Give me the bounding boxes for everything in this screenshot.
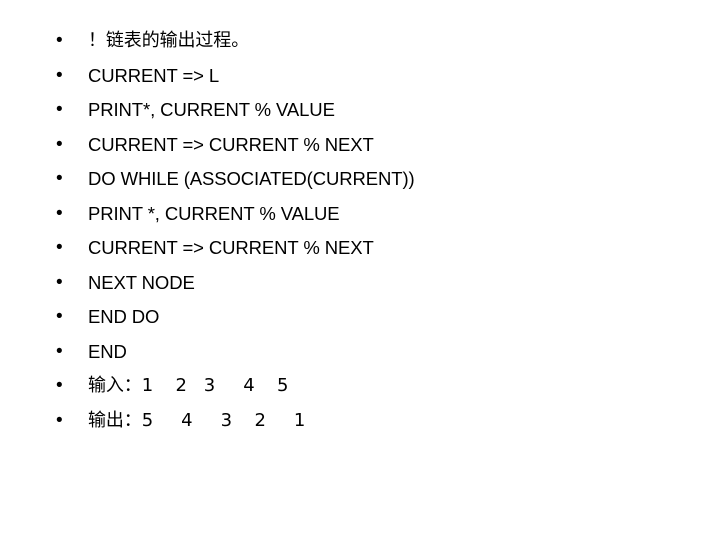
bullet-point-icon: • xyxy=(56,99,63,120)
list-item-text: PRINT*, CURRENT % VALUE xyxy=(88,99,335,120)
list-item: • ！链表的输出过程。 xyxy=(56,24,696,59)
list-item: • CURRENT => L xyxy=(56,59,696,94)
list-item: • 输入：1 2 3 4 5 xyxy=(56,369,696,404)
list-item-text: END DO xyxy=(88,306,160,327)
list-item-text: NEXT NODE xyxy=(88,271,195,293)
bullet-point-icon: • xyxy=(56,133,63,155)
list-item-text: CURRENT => CURRENT % NEXT xyxy=(88,133,374,155)
bullet-point-icon: • xyxy=(56,375,63,396)
list-item-text: ！链表的输出过程。 xyxy=(88,30,250,51)
list-item: • NEXT NODE xyxy=(56,266,696,301)
slide-canvas: • ！链表的输出过程。 • CURRENT => L • PRINT*, CURRENT … xyxy=(0,0,720,540)
list-item-text: CURRENT => CURRENT % NEXT xyxy=(88,237,374,258)
bulleted-code-list: • ！链表的输出过程。 • CURRENT => L • PRINT*, CURRENT … xyxy=(56,24,696,438)
bullet-point-icon: • xyxy=(56,340,63,362)
list-item: • PRINT*, CURRENT % VALUE xyxy=(56,93,696,128)
list-item: • CURRENT => CURRENT % NEXT xyxy=(56,231,696,266)
bullet-point-icon: • xyxy=(56,168,63,189)
bullet-point-icon: • xyxy=(56,202,63,224)
list-item-text: DO WHILE (ASSOCIATED(CURRENT)) xyxy=(88,168,415,189)
list-item-text: PRINT *, CURRENT % VALUE xyxy=(88,202,340,224)
list-item-text: 输入：1 2 3 4 5 xyxy=(88,375,289,396)
bullet-point-icon: • xyxy=(56,306,63,327)
bullet-point-icon: • xyxy=(56,271,63,293)
list-item: • END DO xyxy=(56,300,696,335)
list-item: • END xyxy=(56,335,696,370)
bullet-point-icon: • xyxy=(56,237,63,258)
list-item-text: 输出：5 4 3 2 1 xyxy=(88,409,306,431)
list-item-text: END xyxy=(88,340,127,362)
list-item: • PRINT *, CURRENT % VALUE xyxy=(56,197,696,232)
bullet-point-icon: • xyxy=(56,30,63,51)
list-item-text: CURRENT => L xyxy=(88,64,220,86)
bullet-point-icon: • xyxy=(56,64,63,86)
list-item: • DO WHILE (ASSOCIATED(CURRENT)) xyxy=(56,162,696,197)
bullet-point-icon: • xyxy=(56,409,63,431)
list-item: • CURRENT => CURRENT % NEXT xyxy=(56,128,696,163)
list-item: • 输出：5 4 3 2 1 xyxy=(56,404,696,439)
